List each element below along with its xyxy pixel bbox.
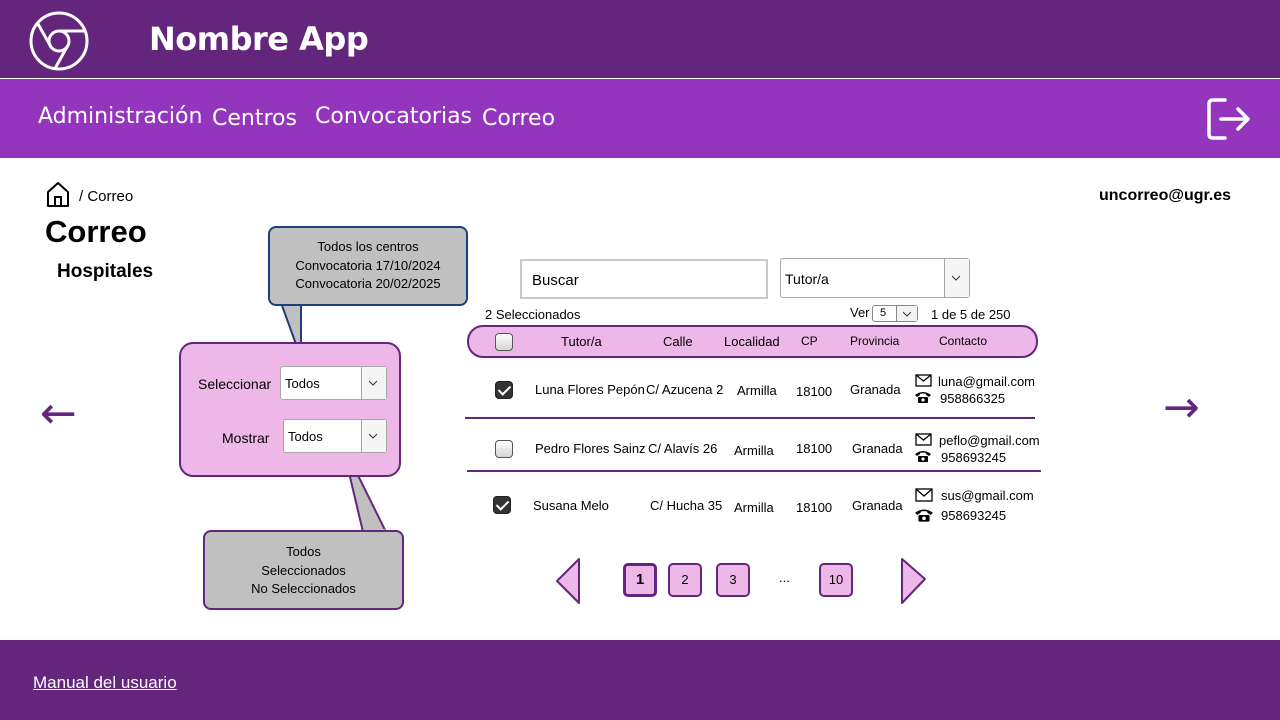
cell-provincia: Granada (852, 441, 903, 456)
mail-icon (915, 433, 932, 446)
row-checkbox[interactable] (493, 496, 511, 514)
select-all-checkbox[interactable] (495, 333, 513, 351)
page-button-3[interactable]: 3 (716, 563, 750, 597)
phone-icon (915, 451, 931, 462)
page-button-2[interactable]: 2 (668, 563, 702, 597)
cell-localidad: Armilla (734, 443, 774, 458)
cell-email[interactable]: sus@gmail.com (941, 488, 1034, 503)
selected-count: 2 Seleccionados (485, 307, 581, 322)
cell-phone: 958693245 (941, 450, 1007, 465)
chrome-logo-icon (29, 11, 89, 71)
mostrar-options-callout: Todos Seleccionados No Seleccionados (203, 530, 404, 610)
cell-calle: C/ Hucha 35 (650, 498, 723, 513)
page-button-10[interactable]: 10 (819, 563, 853, 597)
column-header-provincia[interactable]: Provincia (850, 334, 899, 348)
tutor-filter-select[interactable]: Tutor/a (780, 258, 970, 298)
breadcrumb: / Correo (79, 188, 134, 205)
logout-icon[interactable] (1205, 97, 1251, 141)
mostrar-select[interactable]: Todos (283, 419, 387, 453)
cell-localidad: Armilla (737, 383, 777, 398)
chevron-down-icon (369, 380, 377, 386)
arrow-right-icon[interactable]: → (1163, 386, 1200, 430)
chevron-down-icon (952, 275, 960, 281)
user-manual-link[interactable]: Manual del usuario (33, 673, 177, 693)
footer (0, 640, 1280, 720)
page-size-label: Ver (850, 305, 870, 320)
callout-option: Todos (286, 544, 321, 559)
seleccionar-value: Todos (285, 376, 320, 391)
cell-email[interactable]: peflo@gmail.com (939, 433, 1040, 448)
page-subtitle: Hospitales (57, 261, 154, 282)
pagination-ellipsis: ... (779, 570, 790, 585)
column-header-cp[interactable]: CP (801, 334, 818, 348)
nav-item-convocatorias[interactable]: Convocatorias (315, 104, 472, 129)
cell-tutor: Luna Flores Pepón (535, 382, 645, 397)
chevron-down-icon (369, 433, 377, 439)
column-header-contacto[interactable]: Contacto (939, 334, 987, 348)
mail-icon (915, 374, 932, 387)
phone-icon (915, 509, 933, 522)
row-divider (467, 470, 1041, 472)
column-header-calle[interactable]: Calle (663, 334, 693, 349)
centros-options-callout: Todos los centros Convocatoria 17/10/202… (268, 226, 468, 306)
nav-item-correo[interactable]: Correo (482, 106, 555, 131)
nav-item-centros[interactable]: Centros (212, 106, 297, 131)
cell-calle: C/ Azucena 2 (646, 382, 724, 397)
search-placeholder: Buscar (532, 272, 579, 289)
app-title: Nombre App (149, 20, 369, 58)
chevron-down-icon (903, 311, 911, 317)
callout-option: Convocatoria 17/10/2024 (295, 257, 441, 273)
page-title: Correo (45, 214, 147, 249)
search-input[interactable]: Buscar (520, 259, 768, 299)
cell-cp: 18100 (796, 500, 833, 515)
filter-panel: Seleccionar Todos Mostrar Todos (179, 342, 401, 477)
cell-phone: 958866325 (940, 391, 1006, 406)
callout-option: Seleccionados (261, 562, 346, 578)
range-text: 1 de 5 de 250 (931, 307, 1011, 322)
cell-cp: 18100 (796, 441, 833, 456)
cell-tutor: Susana Melo (533, 498, 609, 513)
cell-phone: 958693245 (941, 508, 1007, 523)
column-header-localidad[interactable]: Localidad (724, 334, 780, 349)
row-checkbox[interactable] (495, 381, 513, 399)
seleccionar-select[interactable]: Todos (280, 366, 387, 400)
cell-provincia: Granada (850, 382, 901, 397)
callout-option: Todos los centros (317, 239, 419, 254)
cell-provincia: Granada (852, 498, 903, 513)
page-size-value: 5 (880, 307, 887, 319)
cell-email[interactable]: luna@gmail.com (938, 374, 1035, 389)
cell-cp: 18100 (796, 384, 833, 399)
column-header-tutor[interactable]: Tutor/a (561, 334, 602, 349)
row-divider (465, 417, 1035, 419)
cell-calle: C/ Alavís 26 (648, 441, 718, 456)
mostrar-value: Todos (288, 429, 323, 444)
mail-icon (915, 488, 933, 502)
mostrar-label: Mostrar (222, 430, 270, 446)
user-email: uncorreo@ugr.es (1099, 187, 1232, 204)
home-icon[interactable] (45, 180, 71, 208)
cell-tutor: Pedro Flores Sainz (535, 441, 646, 456)
cell-localidad: Armilla (734, 500, 774, 515)
prev-page-button[interactable] (555, 557, 581, 605)
callout-option: No Seleccionados (251, 581, 356, 596)
arrow-left-icon[interactable]: ← (40, 392, 77, 436)
seleccionar-label: Seleccionar (198, 376, 272, 392)
page-size-select[interactable]: 5 (872, 305, 918, 322)
tutor-filter-value: Tutor/a (785, 271, 829, 287)
row-checkbox[interactable] (495, 440, 513, 458)
page-button-1[interactable]: 1 (623, 563, 657, 597)
nav-item-administracion[interactable]: Administración (38, 104, 202, 129)
callout-option: Convocatoria 20/02/2025 (295, 276, 441, 291)
phone-icon (915, 392, 931, 403)
next-page-button[interactable] (900, 557, 928, 605)
